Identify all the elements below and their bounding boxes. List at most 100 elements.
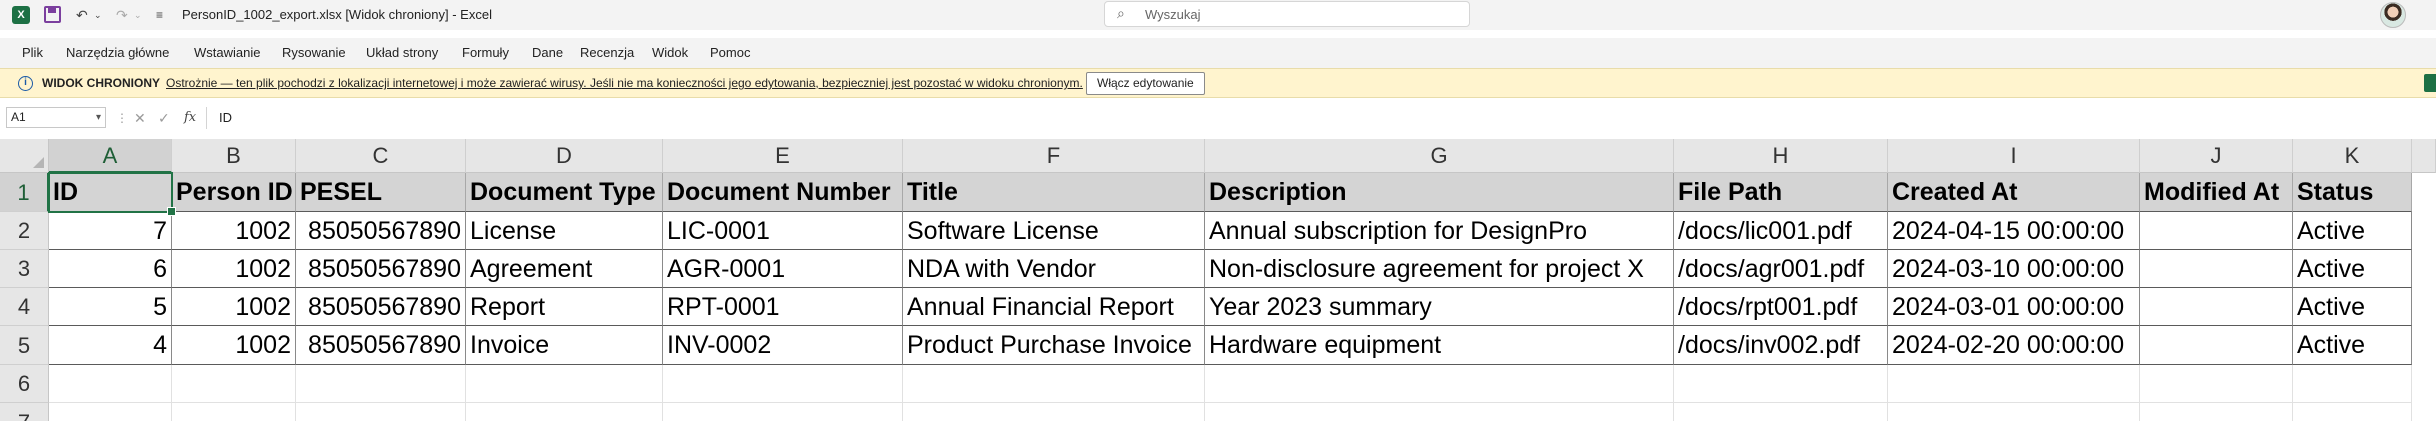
menu-data[interactable]: Dane bbox=[532, 38, 563, 68]
menu-file[interactable]: Plik bbox=[22, 38, 43, 68]
header-cell-e1[interactable]: Document Number bbox=[663, 173, 903, 212]
cell-c7[interactable] bbox=[296, 403, 466, 421]
cell-j5[interactable] bbox=[2140, 326, 2293, 365]
cell-k2[interactable]: Active bbox=[2293, 212, 2412, 250]
cell-d5[interactable]: Invoice bbox=[466, 326, 663, 365]
cell-d2[interactable]: License bbox=[466, 212, 663, 250]
cell-h5[interactable]: /docs/inv002.pdf bbox=[1674, 326, 1888, 365]
protected-view-message[interactable]: Ostrożnie — ten plik pochodzi z lokaliza… bbox=[166, 69, 1083, 98]
menu-help[interactable]: Pomoc bbox=[710, 38, 750, 68]
column-header-b[interactable]: B bbox=[172, 139, 296, 173]
column-header-e[interactable]: E bbox=[663, 139, 903, 173]
cell-a6[interactable] bbox=[49, 365, 172, 403]
cell-h4[interactable]: /docs/rpt001.pdf bbox=[1674, 288, 1888, 326]
cell-g4[interactable]: Year 2023 summary bbox=[1205, 288, 1674, 326]
header-cell-i1[interactable]: Created At bbox=[1888, 173, 2140, 212]
column-header-k[interactable]: K bbox=[2293, 139, 2412, 173]
column-header-f[interactable]: F bbox=[903, 139, 1205, 173]
cell-e5[interactable]: INV-0002 bbox=[663, 326, 903, 365]
cancel-icon[interactable]: ✕ bbox=[134, 107, 146, 129]
redo-dropdown-icon[interactable]: ⌄ bbox=[134, 4, 142, 26]
undo-dropdown-icon[interactable]: ⌄ bbox=[94, 4, 102, 26]
cell-e6[interactable] bbox=[663, 365, 903, 403]
row-header-1[interactable]: 1 bbox=[0, 173, 49, 212]
header-cell-g1[interactable]: Description bbox=[1205, 173, 1674, 212]
cell-g6[interactable] bbox=[1205, 365, 1674, 403]
name-box[interactable]: A1 ▾ bbox=[6, 107, 106, 128]
menu-formulas[interactable]: Formuły bbox=[462, 38, 509, 68]
cell-f2[interactable]: Software License bbox=[903, 212, 1205, 250]
cell-h7[interactable] bbox=[1674, 403, 1888, 421]
cell-j2[interactable] bbox=[2140, 212, 2293, 250]
menu-insert[interactable]: Wstawianie bbox=[194, 38, 260, 68]
cell-g7[interactable] bbox=[1205, 403, 1674, 421]
row-header-6[interactable]: 6 bbox=[0, 365, 49, 403]
cell-i5[interactable]: 2024-02-20 00:00:00 bbox=[1888, 326, 2140, 365]
save-icon[interactable] bbox=[44, 6, 61, 23]
cell-i7[interactable] bbox=[1888, 403, 2140, 421]
row-header-4[interactable]: 4 bbox=[0, 288, 49, 326]
header-cell-a1[interactable]: ID bbox=[49, 173, 172, 212]
header-cell-k1[interactable]: Status bbox=[2293, 173, 2412, 212]
cell-b3[interactable]: 1002 bbox=[172, 250, 296, 288]
cell-a5[interactable]: 4 bbox=[49, 326, 172, 365]
cell-d3[interactable]: Agreement bbox=[466, 250, 663, 288]
chevron-down-icon[interactable]: ▾ bbox=[96, 108, 101, 127]
column-header-j[interactable]: J bbox=[2140, 139, 2293, 173]
cell-e3[interactable]: AGR-0001 bbox=[663, 250, 903, 288]
cell-h2[interactable]: /docs/lic001.pdf bbox=[1674, 212, 1888, 250]
column-header-a[interactable]: A bbox=[49, 139, 172, 173]
header-cell-j1[interactable]: Modified At bbox=[2140, 173, 2293, 212]
cell-h6[interactable] bbox=[1674, 365, 1888, 403]
cell-d7[interactable] bbox=[466, 403, 663, 421]
cell-i2[interactable]: 2024-04-15 00:00:00 bbox=[1888, 212, 2140, 250]
menu-view[interactable]: Widok bbox=[652, 38, 688, 68]
header-cell-d1[interactable]: Document Type bbox=[466, 173, 663, 212]
menu-draw[interactable]: Rysowanie bbox=[282, 38, 346, 68]
cell-k4[interactable]: Active bbox=[2293, 288, 2412, 326]
cell-g3[interactable]: Non-disclosure agreement for project X bbox=[1205, 250, 1674, 288]
spreadsheet-grid[interactable]: ABCDEFGHIJK 1234567 IDPerson IDPESELDocu… bbox=[0, 139, 2436, 421]
ribbon-toggle-icon[interactable] bbox=[2424, 74, 2436, 92]
cell-b2[interactable]: 1002 bbox=[172, 212, 296, 250]
avatar[interactable] bbox=[2380, 2, 2406, 28]
cell-h3[interactable]: /docs/agr001.pdf bbox=[1674, 250, 1888, 288]
cell-b7[interactable] bbox=[172, 403, 296, 421]
row-header-2[interactable]: 2 bbox=[0, 212, 49, 250]
cell-g2[interactable]: Annual subscription for DesignPro bbox=[1205, 212, 1674, 250]
cell-k3[interactable]: Active bbox=[2293, 250, 2412, 288]
cell-f4[interactable]: Annual Financial Report bbox=[903, 288, 1205, 326]
menu-page-layout[interactable]: Układ strony bbox=[366, 38, 438, 68]
column-header-d[interactable]: D bbox=[466, 139, 663, 173]
cell-b5[interactable]: 1002 bbox=[172, 326, 296, 365]
cell-j7[interactable] bbox=[2140, 403, 2293, 421]
cell-k5[interactable]: Active bbox=[2293, 326, 2412, 365]
cell-d4[interactable]: Report bbox=[466, 288, 663, 326]
column-header-i[interactable]: I bbox=[1888, 139, 2140, 173]
column-header-h[interactable]: H bbox=[1674, 139, 1888, 173]
header-cell-h1[interactable]: File Path bbox=[1674, 173, 1888, 212]
column-header-c[interactable]: C bbox=[296, 139, 466, 173]
cell-f3[interactable]: NDA with Vendor bbox=[903, 250, 1205, 288]
cell-a2[interactable]: 7 bbox=[49, 212, 172, 250]
cell-c4[interactable]: 85050567890 bbox=[296, 288, 466, 326]
insert-function-icon[interactable]: fx bbox=[184, 107, 196, 129]
customize-toolbar-icon[interactable]: ≡ bbox=[156, 4, 163, 26]
cell-d6[interactable] bbox=[466, 365, 663, 403]
search-box[interactable]: ⌕ Wyszukaj bbox=[1104, 1, 1470, 27]
undo-icon[interactable]: ↶ bbox=[76, 4, 88, 26]
cell-k6[interactable] bbox=[2293, 365, 2412, 403]
formula-input[interactable]: ID bbox=[206, 107, 2436, 129]
select-all-button[interactable] bbox=[0, 139, 49, 173]
cell-f6[interactable] bbox=[903, 365, 1205, 403]
cell-a4[interactable]: 5 bbox=[49, 288, 172, 326]
cell-i3[interactable]: 2024-03-10 00:00:00 bbox=[1888, 250, 2140, 288]
header-cell-b1[interactable]: Person ID bbox=[172, 173, 296, 212]
header-cell-c1[interactable]: PESEL bbox=[296, 173, 466, 212]
cell-i4[interactable]: 2024-03-01 00:00:00 bbox=[1888, 288, 2140, 326]
header-cell-f1[interactable]: Title bbox=[903, 173, 1205, 212]
cell-j4[interactable] bbox=[2140, 288, 2293, 326]
cell-i6[interactable] bbox=[1888, 365, 2140, 403]
menu-home[interactable]: Narzędzia główne bbox=[66, 38, 169, 68]
column-header-g[interactable]: G bbox=[1205, 139, 1674, 173]
